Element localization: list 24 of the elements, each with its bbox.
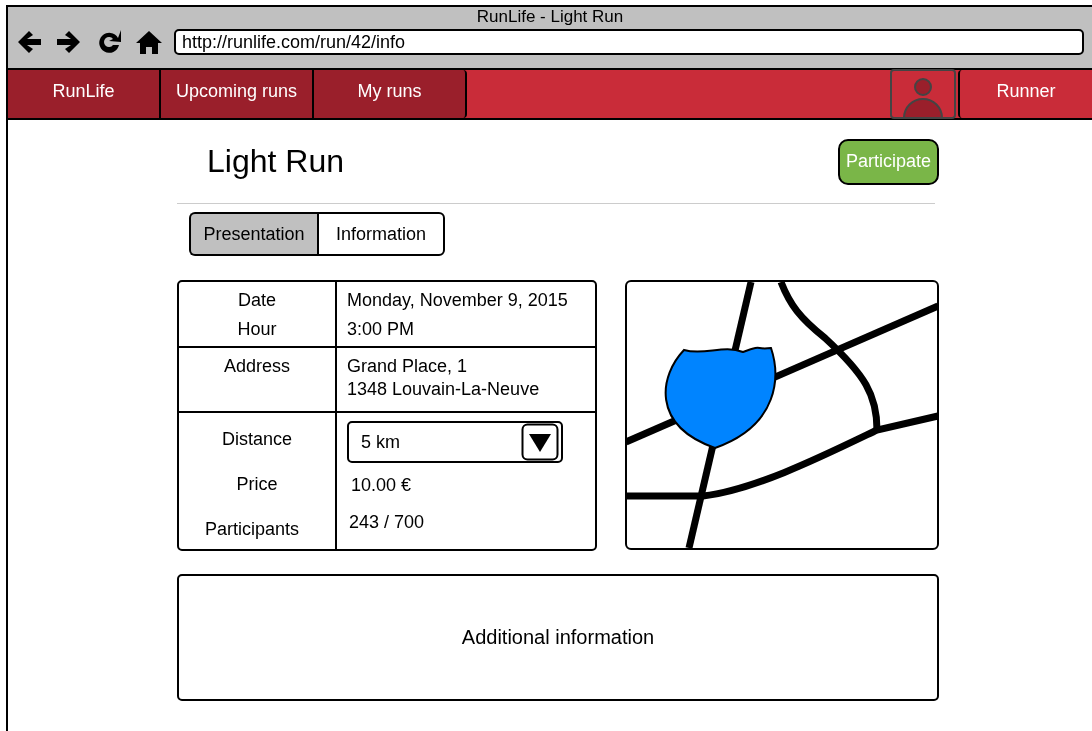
nav-link[interactable]: RunLife xyxy=(8,70,161,118)
tab[interactable]: Presentation xyxy=(189,212,317,256)
field-label: Participants xyxy=(204,519,299,540)
caret-icon xyxy=(521,423,559,461)
field-value: 1348 Louvain-La-Neuve xyxy=(347,379,541,400)
field-label: Date xyxy=(238,290,276,311)
field-value: 243 / 700 xyxy=(349,512,426,533)
field-value: Monday, November 9, 2015 xyxy=(347,290,569,311)
field-label: Distance xyxy=(222,429,292,450)
field-label: Hour xyxy=(237,319,277,340)
nav-link[interactable]: My runs xyxy=(314,70,467,118)
nav-link[interactable]: Upcoming runs xyxy=(161,70,314,118)
field-label: Price xyxy=(236,474,278,495)
field-value: 3:00 PM xyxy=(347,319,416,340)
address-field[interactable]: http://runlife.com/run/42/info xyxy=(174,29,1084,55)
additional-info-text: Additional information xyxy=(461,626,655,649)
page-title: Light Run xyxy=(207,143,344,180)
tab[interactable]: Information xyxy=(317,212,445,256)
field-label: Address xyxy=(223,356,290,377)
field-value: Grand Place, 1 xyxy=(347,356,469,377)
distance-dropdown[interactable]: 5 km xyxy=(347,421,563,463)
window-title: RunLife - Light Run xyxy=(475,7,625,27)
user-menu[interactable]: Runner xyxy=(958,70,1092,118)
field-value: 10.00 € xyxy=(351,475,413,496)
